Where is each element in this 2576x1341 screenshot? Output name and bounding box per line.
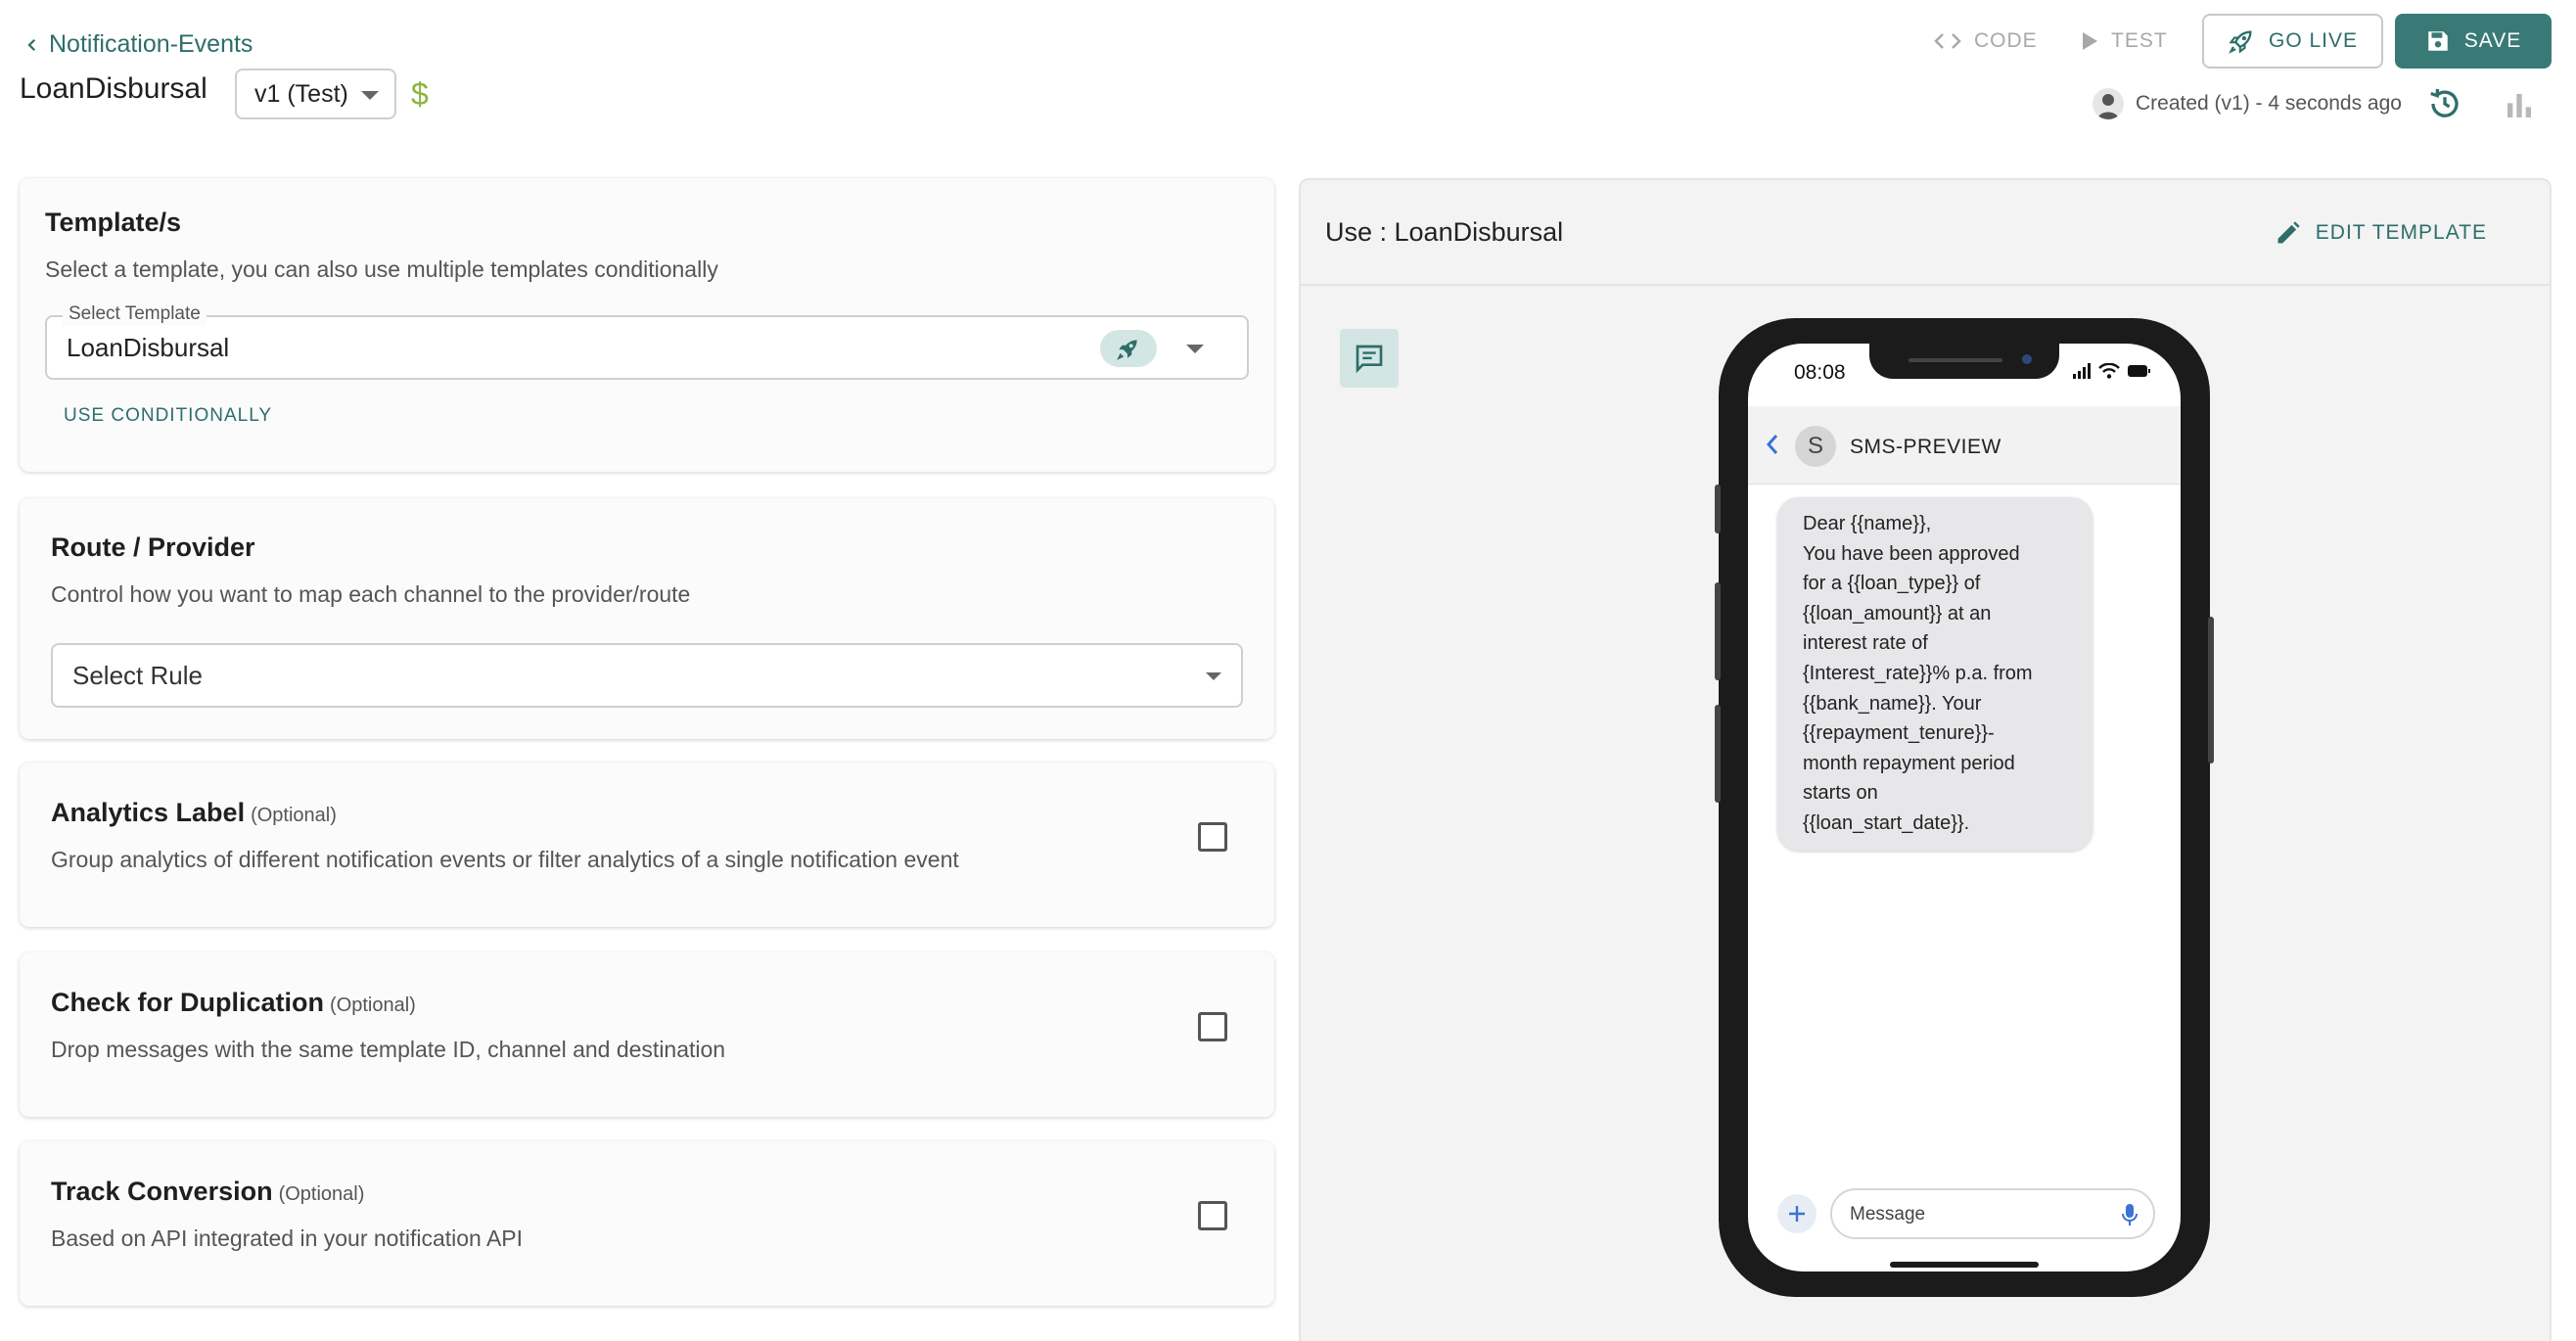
contact-avatar: S xyxy=(1795,426,1836,467)
back-link-label: Notification-Events xyxy=(49,30,253,58)
duplication-title-text: Check for Duplication xyxy=(51,988,325,1017)
select-rule-placeholder: Select Rule xyxy=(72,661,203,690)
bar-chart-icon[interactable] xyxy=(2504,90,2535,126)
phone-button xyxy=(2208,617,2214,763)
analytics-label-card: Analytics Label (Optional) Group analytic… xyxy=(20,763,1274,927)
optional-tag: (Optional) xyxy=(251,805,337,826)
template-card-description: Select a template, you can also use mult… xyxy=(45,256,718,282)
route-card-description: Control how you want to map each channel… xyxy=(51,581,691,607)
live-status-chip xyxy=(1100,330,1157,367)
go-live-button[interactable]: GO LIVE xyxy=(2202,14,2383,69)
select-rule-dropdown[interactable]: Select Rule xyxy=(51,643,1243,708)
template-card-title: Template/s xyxy=(45,208,182,237)
code-button[interactable]: CODE xyxy=(1933,22,2038,61)
select-template-label: Select Template xyxy=(63,303,207,325)
test-button-label: TEST xyxy=(2111,29,2168,52)
conversion-card-description: Based on API integrated in your notifica… xyxy=(51,1225,524,1251)
history-icon[interactable] xyxy=(2427,86,2462,126)
phone-screen: 08:08 S SMS-PREVIEW Dear {{name}}, You h… xyxy=(1748,344,2181,1272)
duplication-checkbox[interactable] xyxy=(1198,1012,1227,1041)
battery-icon xyxy=(2128,365,2150,377)
optional-tag: (Optional) xyxy=(330,994,416,1016)
track-conversion-card: Track Conversion (Optional) Based on API … xyxy=(20,1141,1274,1306)
phone-button xyxy=(1715,705,1721,803)
edit-template-label: EDIT TEMPLATE xyxy=(2315,221,2487,244)
plus-icon xyxy=(1789,1206,1805,1222)
back-link[interactable]: Notification-Events xyxy=(23,30,253,59)
code-icon xyxy=(1934,33,1961,49)
duplication-card-description: Drop messages with the same template ID,… xyxy=(51,1037,726,1062)
use-conditionally-button[interactable]: USE CONDITIONALLY xyxy=(64,405,272,427)
save-icon xyxy=(2428,31,2448,51)
duplication-card: Check for Duplication (Optional) Drop mes… xyxy=(20,952,1274,1117)
template-card: Template/s Select a template, you can al… xyxy=(20,178,1274,472)
edit-template-button[interactable]: EDIT TEMPLATE xyxy=(2275,219,2487,247)
caret-down-icon xyxy=(361,91,379,100)
signal-icon xyxy=(2073,363,2091,379)
phone-notch xyxy=(1869,344,2059,379)
version-select-value: v1 (Test) xyxy=(254,79,348,108)
message-input[interactable]: Message xyxy=(1830,1188,2155,1239)
select-template-field[interactable]: Select Template LoanDisbursal xyxy=(45,303,1249,380)
caret-down-icon xyxy=(1186,345,1204,353)
save-button-label: SAVE xyxy=(2463,29,2522,52)
created-info-text: Created (v1) - 4 seconds ago xyxy=(2136,92,2402,115)
wifi-icon xyxy=(2098,363,2120,379)
duplication-card-title: Check for Duplication (Optional) xyxy=(51,988,416,1018)
message-input-placeholder: Message xyxy=(1850,1204,1926,1225)
route-provider-card: Route / Provider Control how you want to… xyxy=(20,498,1274,739)
add-attachment-button[interactable] xyxy=(1777,1194,1817,1233)
go-live-button-label: GO LIVE xyxy=(2268,29,2359,52)
rocket-icon xyxy=(1117,340,1137,360)
play-icon xyxy=(2083,32,2097,50)
analytics-card-title: Analytics Label (Optional) xyxy=(51,798,337,828)
sms-header: S SMS-PREVIEW xyxy=(1748,406,2181,485)
analytics-title-text: Analytics Label xyxy=(51,798,246,827)
optional-tag: (Optional) xyxy=(278,1183,365,1205)
code-button-label: CODE xyxy=(1974,29,2038,52)
conversion-card-title: Track Conversion (Optional) xyxy=(51,1177,364,1207)
phone-button xyxy=(1715,582,1721,680)
preview-title: Use : LoanDisbursal xyxy=(1325,217,1564,247)
save-button[interactable]: SAVE xyxy=(2395,14,2552,69)
track-conversion-checkbox[interactable] xyxy=(1198,1201,1227,1230)
version-select[interactable]: v1 (Test) xyxy=(235,69,396,119)
caret-down-icon xyxy=(1206,672,1221,680)
analytics-label-checkbox[interactable] xyxy=(1198,822,1227,852)
message-compose-bar: Message xyxy=(1777,1188,2155,1241)
page-title: LoanDisbursal xyxy=(20,72,207,105)
microphone-icon[interactable] xyxy=(2122,1202,2138,1227)
test-button[interactable]: TEST xyxy=(2080,22,2168,61)
home-indicator xyxy=(1890,1262,2039,1268)
preview-header: Use : LoanDisbursal EDIT TEMPLATE xyxy=(1301,180,2550,286)
conversion-title-text: Track Conversion xyxy=(51,1177,273,1206)
status-time: 08:08 xyxy=(1794,361,1846,384)
sms-message-bubble: Dear {{name}}, You have been approved fo… xyxy=(1777,497,2093,851)
avatar xyxy=(2093,88,2124,119)
analytics-card-description: Group analytics of different notificatio… xyxy=(51,847,959,872)
rocket-icon xyxy=(2229,30,2252,54)
phone-mockup: 08:08 S SMS-PREVIEW Dear {{name}}, You h… xyxy=(1715,318,2214,1297)
chevron-left-icon xyxy=(27,38,36,51)
pencil-icon xyxy=(2277,221,2300,244)
select-template-value: LoanDisbursal xyxy=(67,333,230,362)
phone-button xyxy=(1715,485,1721,533)
message-icon xyxy=(1356,345,1383,374)
status-icons xyxy=(2073,363,2151,379)
sms-channel-button[interactable] xyxy=(1340,329,1399,388)
chevron-left-icon[interactable] xyxy=(1764,432,1781,457)
contact-name: SMS-PREVIEW xyxy=(1850,436,2001,458)
route-card-title: Route / Provider xyxy=(51,532,255,562)
created-info: Created (v1) - 4 seconds ago xyxy=(2093,88,2402,119)
dollar-icon[interactable]: $ xyxy=(411,76,429,113)
